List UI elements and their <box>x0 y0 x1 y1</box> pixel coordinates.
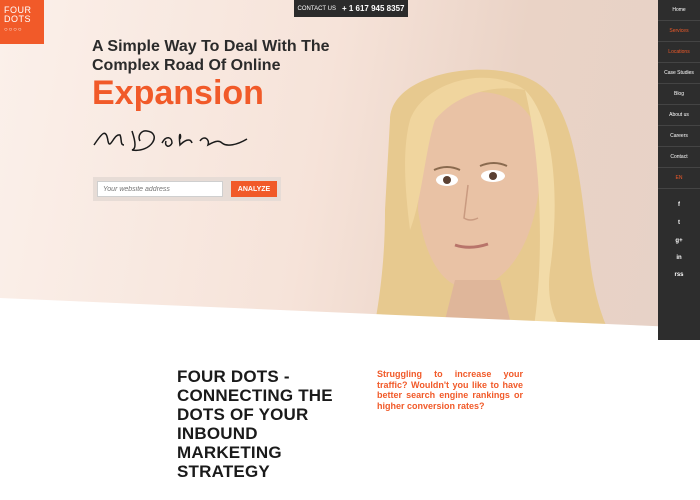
logo-line2: DOTS <box>4 14 32 24</box>
twitter-icon[interactable]: t <box>658 220 700 226</box>
nav-item-case-studies[interactable]: Case Studies <box>658 63 700 84</box>
nav-item-blog[interactable]: Blog <box>658 84 700 105</box>
nav-item-contact[interactable]: Contact <box>658 147 700 168</box>
facebook-icon[interactable]: f <box>658 202 700 208</box>
hero-bottom-slant <box>0 298 700 345</box>
side-navigation: Home Services Locations Case Studies Blo… <box>658 0 700 340</box>
linkedin-icon[interactable]: in <box>658 255 700 261</box>
nav-item-home[interactable]: Home <box>658 0 700 21</box>
section-title: FOUR DOTS - CONNECTING THE DOTS OF YOUR … <box>177 367 333 481</box>
logo-dots: ○○○○ <box>4 27 23 33</box>
contact-bar[interactable]: CONTACT US + 1 617 945 8357 <box>294 0 408 17</box>
contact-phone: + 1 617 945 8357 <box>341 4 405 13</box>
section-subtitle: Struggling to increase your traffic? Wou… <box>377 369 523 411</box>
hero: A Simple Way To Deal With The Complex Ro… <box>0 0 700 345</box>
google-plus-icon[interactable]: g+ <box>658 238 700 244</box>
nav-item-services[interactable]: Services <box>658 21 700 42</box>
nav-item-about-us[interactable]: About us <box>658 105 700 126</box>
four-dots-logo[interactable]: FOUR DOTS ○○○○ <box>0 0 44 44</box>
nav-item-locations[interactable]: Locations <box>658 42 700 63</box>
contact-label: CONTACT US <box>297 5 336 12</box>
nav-item-careers[interactable]: Careers <box>658 126 700 147</box>
rss-icon[interactable]: rss <box>658 272 700 278</box>
nav-item-language[interactable]: EN <box>658 168 700 189</box>
